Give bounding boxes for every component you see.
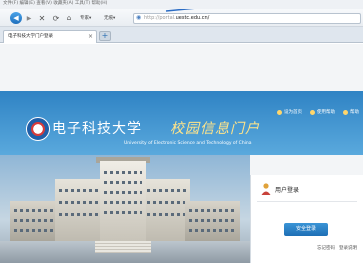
- info-icon: [343, 109, 348, 115]
- school-name: 电子科技大学: [52, 121, 142, 137]
- annotation-pointer-line: [165, 9, 195, 12]
- portal-name: 校园信息门户: [170, 121, 260, 137]
- login-divider: [257, 201, 357, 202]
- set-homepage-link[interactable]: 设为首页: [277, 109, 302, 115]
- help-icon: [310, 109, 315, 115]
- user-icon: [261, 183, 271, 195]
- page-content: 设为首页 使用帮助 帮助 电子科技大学 校园信息门户 University of…: [0, 44, 363, 263]
- building-left-wing: [10, 201, 60, 241]
- forgot-password-link[interactable]: 忘记密码: [317, 245, 335, 251]
- building-stairs: [95, 241, 151, 253]
- new-tab-button[interactable]: +: [99, 31, 111, 41]
- login-panel: 用户登录 安全登录 忘记密码 登录说明: [250, 175, 363, 263]
- secure-login-button[interactable]: 安全登录: [284, 223, 328, 236]
- home-icon: [277, 109, 282, 115]
- university-logo: [26, 117, 50, 141]
- building-right-wing: [185, 201, 240, 241]
- login-title: 用户登录: [275, 187, 300, 194]
- browser-menu-bar[interactable]: 文件(F) 编辑(E) 查看(V) 收藏夹(A) 工具(T) 帮助(H): [0, 0, 363, 9]
- login-help-link[interactable]: 登录说明: [339, 245, 357, 251]
- login-links: 忘记密码 登录说明: [317, 245, 357, 251]
- school-name-english: University of Electronic Science and Tec…: [124, 141, 252, 146]
- top-links: 设为首页 使用帮助 帮助: [277, 109, 359, 115]
- tab-bar: 电子科技大学门户登录 × +: [0, 27, 363, 43]
- help-link[interactable]: 使用帮助: [310, 109, 335, 115]
- tab-label: 电子科技大学门户登录: [8, 34, 53, 39]
- building-tower: [100, 161, 146, 241]
- info-link[interactable]: 帮助: [343, 109, 359, 115]
- tab-portal-login[interactable]: 电子科技大学门户登录 ×: [3, 30, 97, 43]
- tab-close-icon[interactable]: ×: [88, 31, 93, 42]
- campus-building-image: [0, 155, 250, 263]
- browser-toolbar: ◀ ▶ ✕ ⟳ ⌂ 专家▾ 无痕▾ ◉ http://portal.uestc.…: [0, 9, 363, 27]
